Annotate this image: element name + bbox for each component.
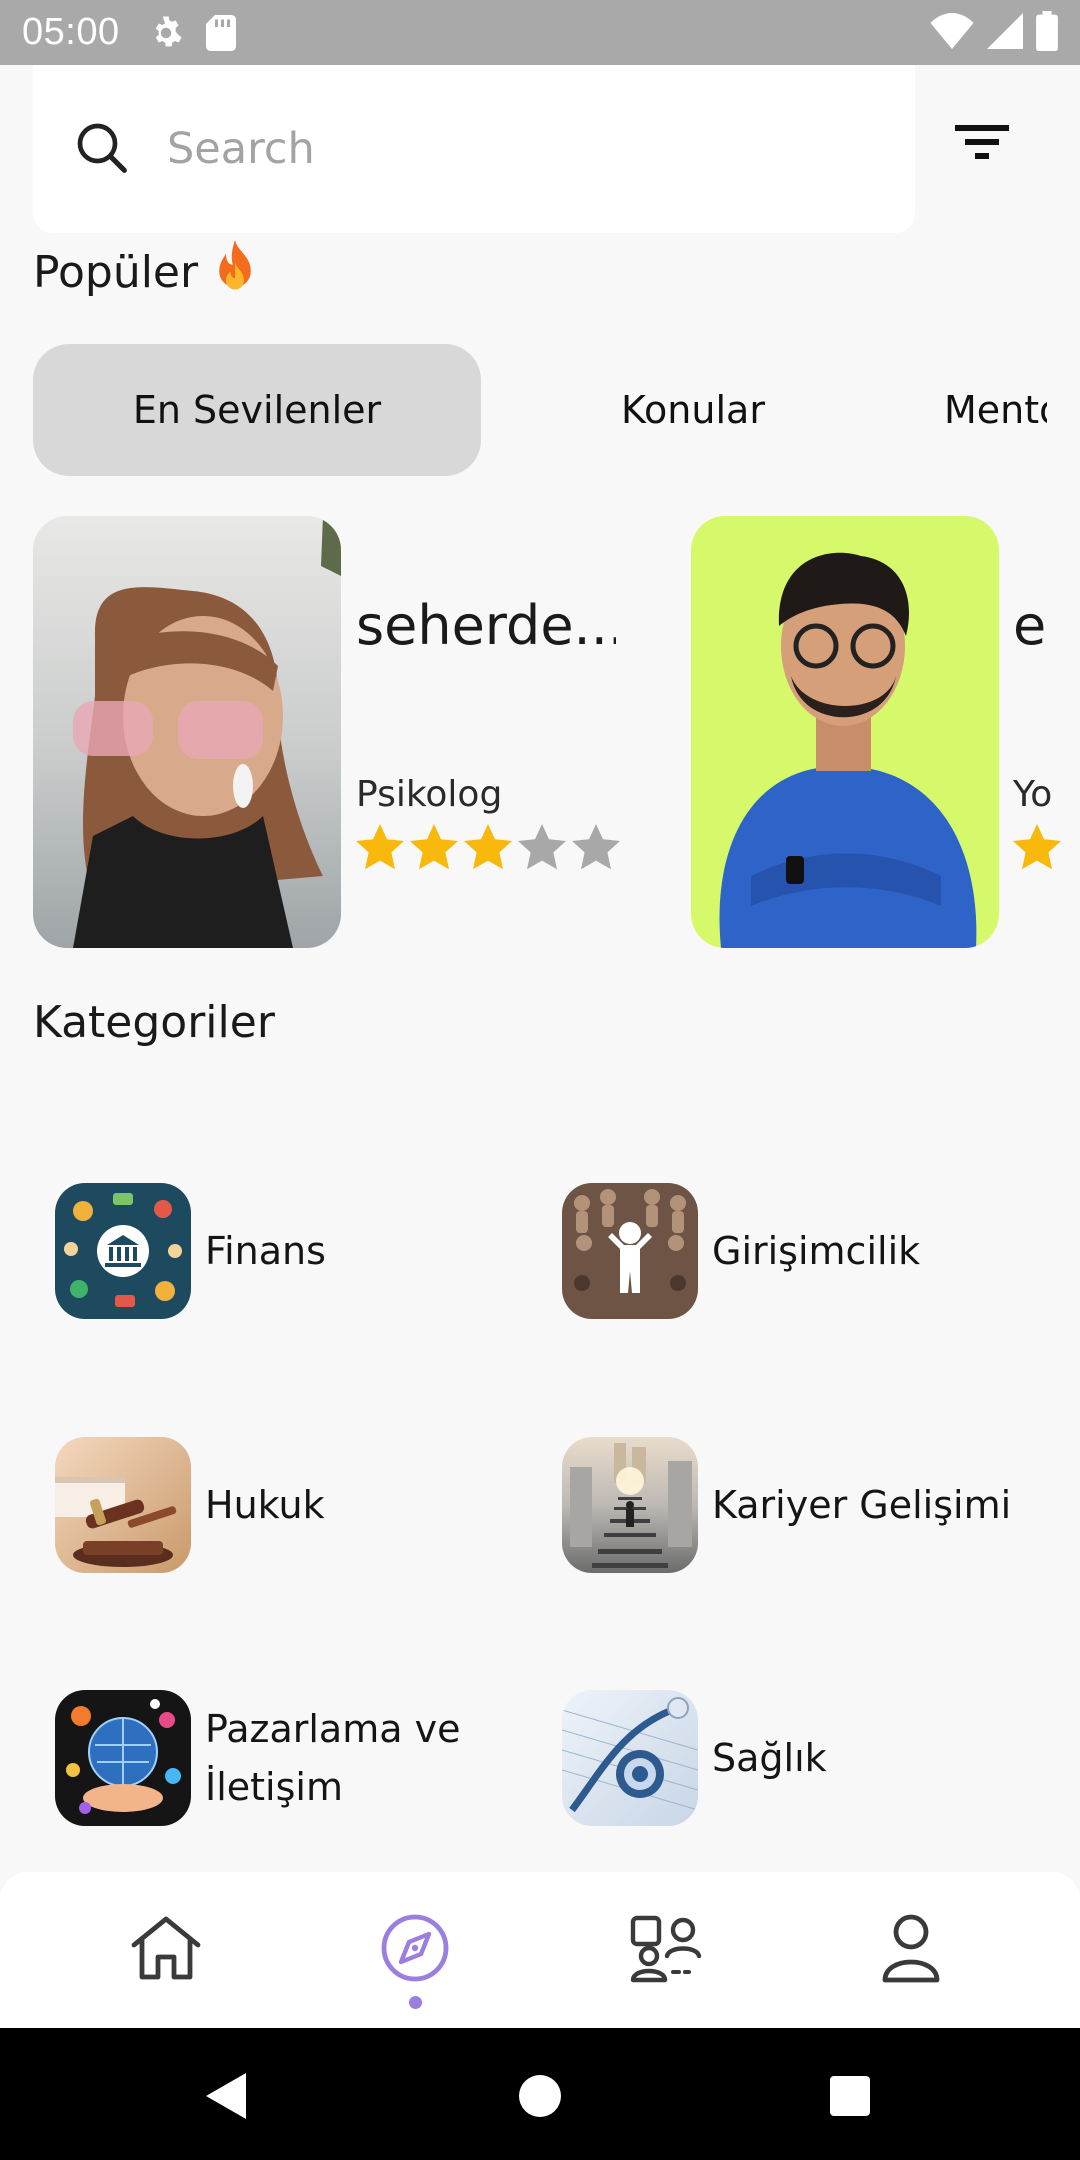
star-empty-icon bbox=[518, 824, 566, 870]
back-button[interactable] bbox=[196, 2066, 256, 2126]
star-filled-icon bbox=[410, 824, 458, 870]
nav-mentors[interactable] bbox=[625, 1908, 705, 1988]
tab-en-sevilenler[interactable]: En Sevilenler bbox=[33, 344, 481, 476]
category-label: Finans bbox=[205, 1229, 326, 1273]
search-input[interactable]: Search bbox=[33, 65, 915, 233]
category-label-line1: Pazarlama ve bbox=[205, 1707, 461, 1751]
category-label: Sağlık bbox=[712, 1736, 827, 1780]
marketing-icon bbox=[55, 1690, 191, 1826]
recents-button[interactable] bbox=[820, 2066, 880, 2126]
popular-title-text: Popüler bbox=[33, 247, 199, 298]
mentor-photo-woman bbox=[33, 516, 341, 948]
tab-label: Mentorlar bbox=[944, 388, 1047, 432]
system-nav-bar bbox=[0, 2028, 1080, 2160]
nav-profile[interactable] bbox=[871, 1908, 951, 1988]
category-girisimcilik[interactable]: Girişimcilik bbox=[562, 1183, 920, 1319]
category-label: Girişimcilik bbox=[712, 1229, 921, 1273]
tab-label: En Sevilenler bbox=[132, 388, 382, 432]
nav-home[interactable] bbox=[126, 1908, 206, 1988]
health-stethoscope-icon bbox=[562, 1690, 698, 1826]
categories-title: Kategoriler bbox=[33, 997, 275, 1048]
recents-icon bbox=[830, 2076, 870, 2116]
mentor-role: Yo bbox=[1013, 774, 1053, 815]
status-bar: 05:00 bbox=[0, 0, 1080, 65]
entrepreneurship-icon bbox=[562, 1183, 698, 1319]
wifi-icon bbox=[930, 12, 974, 53]
mentor-rating bbox=[1013, 824, 1061, 870]
sd-card-icon bbox=[205, 14, 236, 51]
home-icon bbox=[131, 1916, 201, 1980]
mentor-rating bbox=[356, 824, 620, 870]
category-saglik[interactable]: Sağlık bbox=[562, 1690, 827, 1826]
back-icon bbox=[206, 2073, 246, 2119]
law-gavel-icon bbox=[55, 1437, 191, 1573]
bottom-nav bbox=[0, 1872, 1080, 2028]
category-kariyer-gelisimi[interactable]: Kariyer Gelişimi bbox=[562, 1437, 1011, 1573]
status-time: 05:00 bbox=[22, 11, 120, 53]
search-placeholder: Search bbox=[167, 124, 315, 174]
popular-mentors-list: seherde... Psikolog e Yo bbox=[0, 516, 1080, 950]
mentor-card-photo[interactable] bbox=[691, 516, 999, 948]
category-label: Kariyer Gelişimi bbox=[712, 1483, 1012, 1527]
battery-icon bbox=[1036, 10, 1058, 55]
home-button[interactable] bbox=[510, 2066, 570, 2126]
mentor-photo-man bbox=[691, 516, 999, 948]
mentor-name[interactable]: e bbox=[1013, 594, 1080, 657]
career-stairs-icon bbox=[562, 1437, 698, 1573]
filter-button[interactable] bbox=[950, 115, 1014, 171]
home-circle-icon bbox=[519, 2075, 561, 2117]
explore-compass-icon bbox=[381, 1914, 449, 1982]
category-hukuk[interactable]: Hukuk bbox=[55, 1437, 325, 1573]
tab-label: Konular bbox=[621, 388, 765, 432]
mentor-card-photo[interactable] bbox=[33, 516, 341, 948]
search-icon bbox=[73, 119, 129, 179]
category-label: Pazarlama ve İletişim bbox=[205, 1700, 460, 1816]
tab-konular[interactable]: Konular bbox=[481, 344, 905, 476]
mentors-group-icon bbox=[630, 1915, 702, 1983]
star-filled-icon bbox=[464, 824, 512, 870]
category-pazarlama-ve-iletisim[interactable]: Pazarlama ve İletişim bbox=[55, 1690, 460, 1826]
filter-icon bbox=[955, 121, 1009, 165]
star-filled-icon bbox=[1013, 824, 1061, 870]
nav-explore[interactable] bbox=[375, 1908, 455, 1988]
popular-title: Popüler bbox=[33, 240, 258, 305]
settings-icon bbox=[148, 15, 184, 51]
category-label: Hukuk bbox=[205, 1483, 325, 1527]
star-filled-icon bbox=[356, 824, 404, 870]
category-label-line2: İletişim bbox=[205, 1765, 343, 1809]
popular-tabs: En Sevilenler Konular Mentorlar bbox=[33, 344, 1047, 476]
signal-icon bbox=[986, 12, 1024, 53]
star-empty-icon bbox=[572, 824, 620, 870]
tab-mentorlar[interactable]: Mentorlar bbox=[944, 344, 1047, 476]
fire-icon bbox=[212, 240, 258, 305]
mentor-name[interactable]: seherde... bbox=[356, 594, 616, 657]
finance-icon bbox=[55, 1183, 191, 1319]
mentor-role: Psikolog bbox=[356, 774, 503, 815]
profile-icon bbox=[882, 1914, 940, 1983]
category-finans[interactable]: Finans bbox=[55, 1183, 326, 1319]
active-nav-indicator bbox=[409, 1996, 422, 2009]
